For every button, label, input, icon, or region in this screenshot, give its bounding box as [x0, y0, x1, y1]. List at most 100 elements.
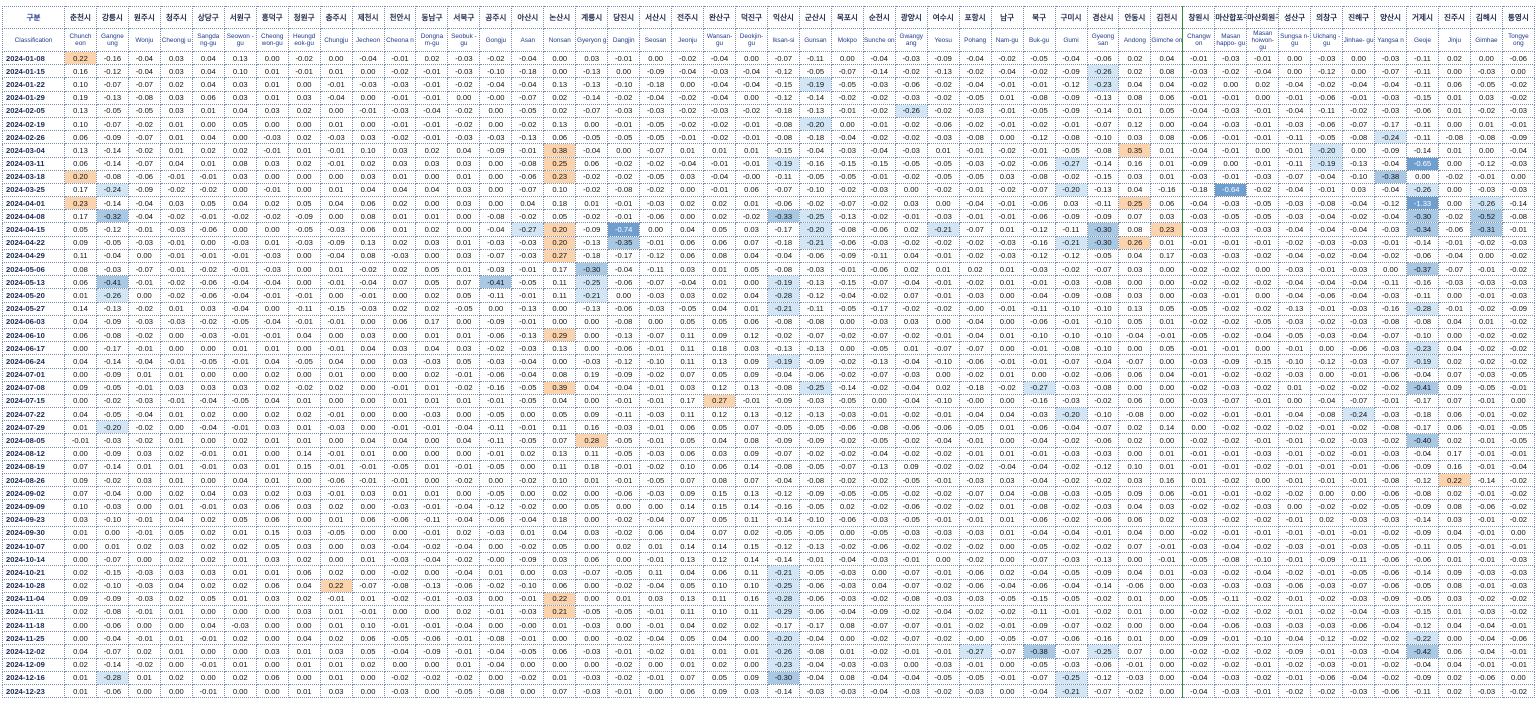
table-cell: -0.03 [1182, 512, 1216, 527]
table-cell: 0.00 [319, 209, 353, 224]
table-cell: -0.03 [862, 182, 896, 198]
table-cell: 0.00 [255, 683, 289, 699]
table-cell: -0.03 [1501, 578, 1535, 593]
table-cell: -0.02 [1278, 683, 1312, 699]
table-cell: -0.04 [1374, 156, 1408, 171]
table-cell: -0.02 [830, 354, 864, 369]
table-cell: 0.17 [64, 209, 97, 224]
column-header-kr: 강릉시 [95, 6, 129, 29]
row-date: 2024-12-16 [2, 670, 65, 686]
table-cell: 0.00 [447, 209, 481, 224]
table-cell: -0.27 [958, 644, 992, 659]
table-cell: 0.11 [543, 420, 577, 435]
table-cell: 0.00 [64, 538, 97, 554]
table-cell: -0.08 [1501, 209, 1535, 224]
table-cell: 0.06 [64, 275, 97, 290]
table-cell: 0.07 [543, 433, 577, 448]
table-cell: -0.03 [1501, 156, 1535, 171]
table-cell: -0.06 [415, 631, 449, 646]
table-cell: -0.07 [1278, 169, 1312, 184]
table-cell: -0.03 [1374, 604, 1408, 620]
table-cell: -0.01 [1342, 459, 1376, 475]
table-cell: 0.03 [159, 196, 193, 211]
table-cell: -0.20 [1310, 143, 1344, 158]
table-cell: -0.04 [479, 77, 513, 92]
table-cell: -0.02 [511, 209, 545, 224]
table-cell: 0.02 [1118, 433, 1152, 448]
table-cell: -0.05 [1501, 367, 1535, 382]
column-header-kr: 마산회원구 [1246, 6, 1280, 29]
table-cell: -0.07 [1342, 116, 1376, 132]
table-cell: 0.03 [351, 169, 385, 184]
table-cell: 0.02 [383, 196, 417, 211]
table-cell: -0.05 [95, 407, 129, 422]
table-cell: -0.09 [1182, 156, 1216, 171]
table-cell: -0.24 [1342, 407, 1376, 422]
table-cell: 0.00 [255, 301, 289, 316]
table-cell: 0.00 [479, 182, 513, 198]
table-cell: -0.02 [894, 116, 928, 132]
table-cell: -0.01 [1310, 565, 1344, 580]
table-cell: -0.02 [958, 248, 992, 264]
table-cell: -0.02 [926, 631, 960, 646]
table-cell: -0.07 [1437, 261, 1471, 277]
table-cell: 0.00 [1118, 275, 1152, 290]
table-cell: -0.01 [1246, 116, 1280, 132]
table-cell: -0.01 [159, 261, 193, 277]
table-cell: -0.15 [1246, 354, 1280, 369]
table-cell: -0.02 [1054, 459, 1088, 475]
table-cell: -0.08 [1374, 420, 1408, 435]
table-cell: 0.00 [255, 618, 289, 633]
table-cell: -0.04 [735, 77, 768, 92]
table-cell: 0.01 [894, 341, 928, 356]
table-cell: 0.03 [287, 538, 321, 554]
table-cell: -0.05 [958, 420, 992, 435]
table-cell: -0.06 [1374, 486, 1408, 501]
table-cell: -0.02 [191, 314, 225, 329]
column-header-en: Jecheon [351, 28, 385, 52]
table-cell: -0.01 [958, 209, 992, 224]
table-cell: 0.00 [1150, 591, 1184, 606]
table-cell: -0.05 [511, 433, 545, 448]
table-cell: -0.38 [1374, 169, 1408, 184]
table-cell: -0.01 [319, 143, 353, 158]
table-cell: -0.07 [511, 182, 545, 198]
table-cell: -0.02 [894, 538, 928, 554]
table-cell: 0.00 [1150, 380, 1184, 395]
table-cell: -0.26 [1406, 182, 1439, 198]
table-cell: -0.23 [766, 657, 800, 672]
table-cell: -0.06 [830, 420, 864, 435]
table-cell: 0.03 [1342, 182, 1376, 198]
table-cell: 0.00 [1437, 156, 1471, 171]
table-row: 2024-07-29 0.01 -0.20 -0.02 0.00 -0.04 -0.01 0.… [2, 420, 1535, 435]
table-cell: -0.06 [1374, 683, 1408, 699]
table-cell: 0.15 [735, 538, 768, 554]
table-cell: -0.03 [1182, 354, 1216, 369]
table-cell: 0.01 [159, 433, 193, 448]
table-cell: -0.08 [798, 644, 832, 659]
table-cell: -0.07 [798, 327, 832, 343]
table-cell: -0.04 [1022, 525, 1056, 540]
table-cell: -0.04 [1182, 683, 1216, 699]
table-cell: -0.01 [1469, 552, 1503, 567]
table-cell: 0.07 [894, 288, 928, 303]
table-cell: 0.00 [1118, 380, 1152, 395]
table-cell: -0.28 [95, 670, 129, 686]
row-date: 2024-02-19 [2, 116, 65, 132]
table-cell: 0.03 [287, 90, 321, 105]
table-cell: 0.01 [1118, 103, 1152, 118]
table-cell: -0.02 [1086, 472, 1120, 488]
table-cell: -0.03 [575, 354, 609, 369]
table-cell: -0.10 [95, 578, 129, 593]
table-cell: 0.13 [735, 380, 768, 395]
table-cell: 0.02 [287, 130, 321, 145]
table-cell: 0.00 [990, 552, 1024, 567]
table-cell: 0.03 [575, 525, 609, 540]
table-cell: 0.00 [287, 261, 321, 277]
table-cell: -0.01 [1214, 407, 1248, 422]
table-cell: -0.06 [1406, 103, 1439, 118]
table-cell: -0.05 [575, 130, 609, 145]
table-cell: -0.01 [1246, 433, 1280, 448]
table-cell: 0.11 [735, 565, 768, 580]
table-cell: 0.01 [543, 618, 577, 633]
